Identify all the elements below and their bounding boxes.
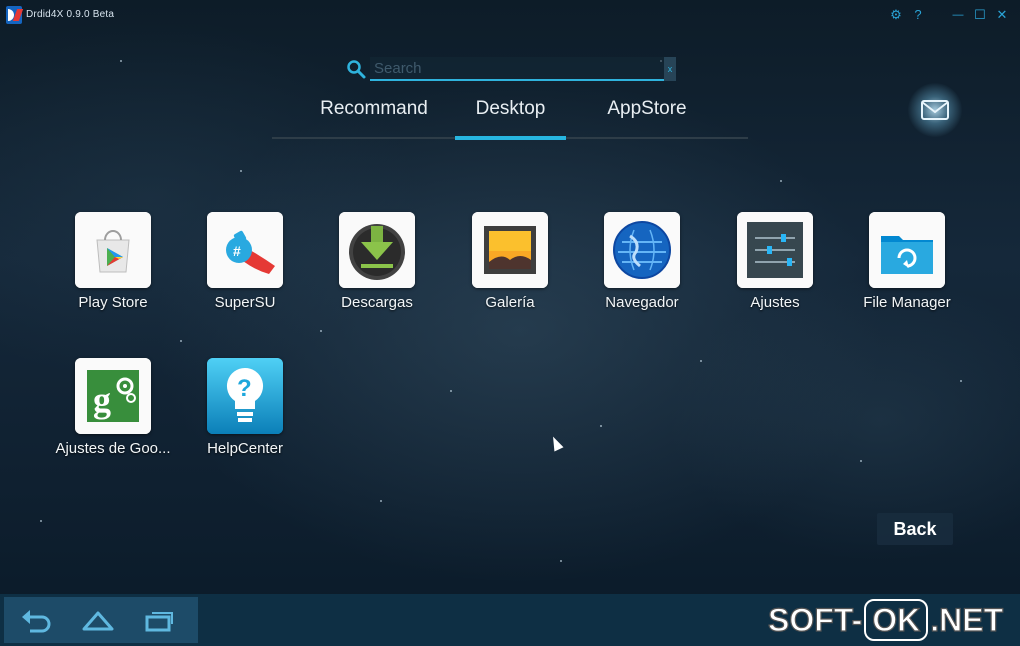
play-store-icon (75, 212, 151, 288)
supersu-icon: # (207, 212, 283, 288)
star (780, 180, 782, 182)
star (380, 500, 382, 502)
watermark-suffix: .NET (930, 601, 1004, 638)
star (960, 380, 962, 382)
app-label: Navegador (605, 294, 679, 311)
mail-button[interactable] (908, 83, 962, 137)
window-title: Drdid4X 0.9.0 Beta (26, 9, 115, 20)
mouse-cursor-icon (548, 434, 564, 452)
tab-recommand[interactable]: Recommand (310, 97, 438, 127)
search-clear-button[interactable]: x (664, 57, 676, 81)
tab-desktop[interactable]: Desktop (455, 97, 566, 127)
app-galeria[interactable]: Galería (445, 212, 575, 322)
google-settings-icon: g (75, 358, 151, 434)
back-arrow-icon[interactable] (18, 607, 54, 633)
help-icon[interactable]: ? (910, 6, 926, 24)
svg-text:g: g (93, 380, 111, 420)
app-label: HelpCenter (207, 440, 283, 457)
app-supersu[interactable]: # SuperSU (180, 212, 310, 322)
search-icon[interactable] (346, 59, 368, 81)
globe-icon (604, 212, 680, 288)
star (450, 390, 452, 392)
star (180, 340, 182, 342)
star (320, 330, 322, 332)
home-icon[interactable] (80, 607, 116, 633)
title-bar: Drdid4X 0.9.0 Beta ⚙ ? — ☐ ✕ (0, 0, 1020, 30)
watermark: SOFT- OK .NET (767, 598, 1004, 642)
watermark-boxed: OK (864, 599, 929, 641)
app-navegador[interactable]: Navegador (577, 212, 707, 322)
mail-icon (921, 100, 949, 120)
app-ajustes[interactable]: Ajustes (710, 212, 840, 322)
close-icon[interactable]: ✕ (994, 6, 1010, 24)
search-input[interactable] (370, 57, 666, 81)
star (860, 460, 862, 462)
star (600, 425, 602, 427)
app-file-manager[interactable]: File Manager (842, 212, 972, 322)
app-label: Galería (485, 294, 535, 311)
app-label: Play Store (78, 294, 148, 311)
star (560, 560, 562, 562)
app-label: Ajustes de Goo... (55, 440, 171, 457)
star (700, 360, 702, 362)
star (40, 520, 42, 522)
app-descargas[interactable]: Descargas (312, 212, 442, 322)
app-helpcenter[interactable]: ? HelpCenter (180, 358, 310, 468)
download-icon (339, 212, 415, 288)
settings-sliders-icon (737, 212, 813, 288)
star (240, 170, 242, 172)
tab-active-indicator (455, 136, 566, 140)
folder-refresh-icon (869, 212, 945, 288)
watermark-prefix: SOFT- (767, 601, 863, 638)
star (120, 60, 122, 62)
back-button[interactable]: Back (877, 513, 953, 545)
app-play-store[interactable]: Play Store (48, 212, 178, 322)
maximize-icon[interactable]: ☐ (972, 6, 988, 24)
gallery-icon (472, 212, 548, 288)
minimize-icon[interactable]: — (950, 6, 966, 24)
app-label: File Manager (863, 294, 951, 311)
svg-text:?: ? (237, 375, 252, 402)
emulator-screen: Drdid4X 0.9.0 Beta ⚙ ? — ☐ ✕ x Recommand… (0, 0, 1020, 646)
settings-gear-icon[interactable]: ⚙ (888, 6, 904, 24)
svg-text:#: # (233, 243, 241, 259)
app-label: SuperSU (214, 294, 276, 311)
recent-apps-icon[interactable] (142, 607, 178, 633)
tab-appstore[interactable]: AppStore (592, 97, 702, 127)
app-label: Descargas (341, 294, 413, 311)
app-logo-icon (6, 6, 22, 24)
app-ajustes-de-google[interactable]: g Ajustes de Goo... (48, 358, 178, 468)
app-label: Ajustes (750, 294, 800, 311)
help-bulb-icon: ? (207, 358, 283, 434)
